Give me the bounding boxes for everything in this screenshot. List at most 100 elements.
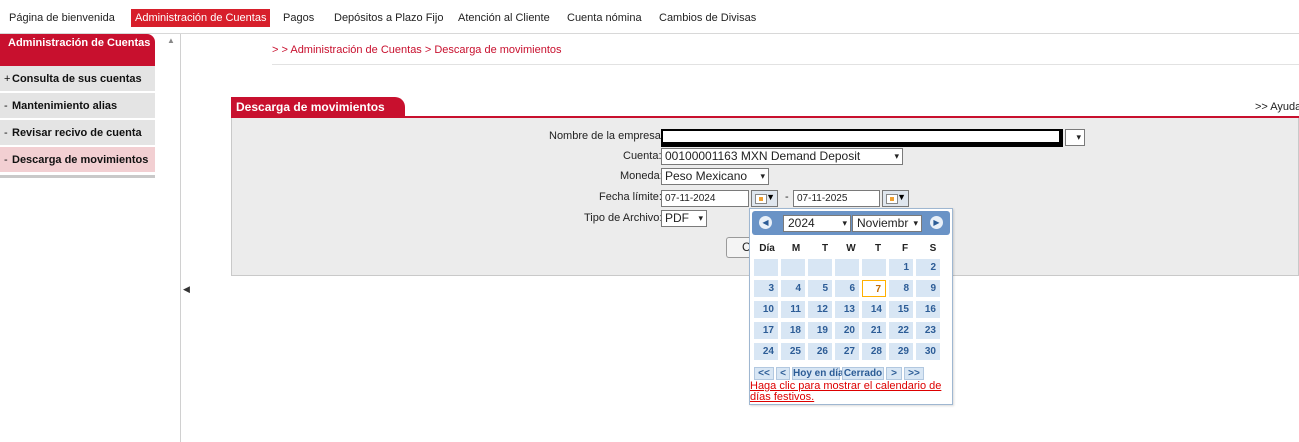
moneda-label: Moneda: [620,170,663,182]
dropdown-arrow-icon: ▼ [897,192,906,202]
top-navigation: Página de bienvenida Administración de C… [0,0,1299,34]
breadcrumb-divider [272,64,1299,65]
date-range-separator: - [785,191,789,203]
sidebar-item-revisar-recivo[interactable]: - Revisar recivo de cuenta [0,120,155,146]
calendar-day-cell[interactable]: 26 [808,343,832,360]
bullet-dash: - [4,154,8,166]
calendar-empty-cell [754,259,778,276]
chevron-down-icon: ▾ [1076,132,1081,142]
sidebar-item-label: Mantenimiento alias [12,100,118,112]
holiday-calendar-link[interactable]: Haga clic para mostrar el calendario de … [750,381,950,403]
prev-month-button[interactable]: < [776,367,790,380]
sidebar-item-descarga-movimientos[interactable]: - Descarga de movimientos [0,147,155,173]
fecha-hasta-calendar-button[interactable]: ▼ [882,190,909,207]
sidebar-header: Administración de Cuentas [0,34,155,66]
nav-administracion-cuentas[interactable]: Administración de Cuentas [131,9,271,27]
panel-title: Descarga de movimientos [231,97,405,117]
cuenta-select[interactable]: 00100001163 MXN Demand Deposit ▾ [661,148,903,165]
calendar-day-cell[interactable]: 25 [781,343,805,360]
sidebar-divider [0,175,155,178]
fecha-limite-label: Fecha límite: [599,191,662,203]
next-year-button[interactable]: >> [904,367,924,380]
calendar-day-cell[interactable]: 5 [808,280,832,297]
month-value: Noviembr [857,216,909,230]
calendar-day-cell[interactable]: 22 [889,322,913,339]
weekday-header: T [821,243,829,254]
expand-bullet: + [4,73,11,85]
scroll-up-arrow-icon[interactable]: ▲ [167,36,175,45]
fecha-hasta-input[interactable]: 07-11-2025 [793,190,880,207]
calendar-day-cell[interactable]: 16 [916,301,940,318]
chevron-down-icon: ▾ [842,218,847,228]
empresa-dropdown-button[interactable]: ▾ [1065,129,1085,146]
empresa-label: Nombre de la empresa: [549,130,664,142]
calendar-day-cell[interactable]: 3 [754,280,778,297]
calendar-day-cell[interactable]: 15 [889,301,913,318]
calendar-day-cell[interactable]: 23 [916,322,940,339]
sidebar-item-label: Consulta de sus cuentas [12,73,142,85]
nav-pagina-bienvenida[interactable]: Página de bienvenida [9,9,115,27]
calendar-day-cell[interactable]: 10 [754,301,778,318]
weekday-header: M [791,243,801,254]
calendar-day-cell[interactable]: 20 [835,322,859,339]
close-calendar-button[interactable]: Cerrado [842,367,884,380]
calendar-day-cell[interactable]: 14 [862,301,886,318]
calendar-header: ◀ 2024 ▾ Noviembr ▾ ▶ [752,211,950,235]
calendar-empty-cell [862,259,886,276]
next-month-button[interactable]: > [886,367,902,380]
weekday-header: S [929,243,937,254]
tipo-archivo-label: Tipo de Archivo: [584,212,663,224]
collapse-sidebar-arrow-icon[interactable]: ◀ [183,284,190,295]
nav-cambios-divisas[interactable]: Cambios de Divisas [659,9,756,27]
prev-month-icon[interactable]: ◀ [759,216,772,229]
year-value: 2024 [788,216,815,230]
calendar-day-cell[interactable]: 21 [862,322,886,339]
calendar-day-cell[interactable]: 19 [808,322,832,339]
empresa-select-redacted[interactable] [661,129,1063,147]
calendar-day-cell[interactable]: 2 [916,259,940,276]
calendar-day-cell[interactable]: 18 [781,322,805,339]
prev-year-button[interactable]: << [754,367,774,380]
moneda-value: Peso Mexicano [665,169,748,183]
calendar-day-cell[interactable]: 30 [916,343,940,360]
calendar-day-cell[interactable]: 28 [862,343,886,360]
sidebar-item-label: Revisar recivo de cuenta [12,127,142,139]
sidebar: Administración de Cuentas + Consulta de … [0,34,181,442]
calendar-year-select[interactable]: 2024 ▾ [783,215,851,232]
calendar-day-cell[interactable]: 17 [754,322,778,339]
sidebar-item-consulta-cuentas[interactable]: + Consulta de sus cuentas [0,66,155,92]
today-button[interactable]: Hoy en día [792,367,844,380]
calendar-day-cell[interactable]: 7 [862,280,886,297]
calendar-day-cell[interactable]: 11 [781,301,805,318]
fecha-desde-calendar-button[interactable]: ▼ [751,190,778,207]
calendar-day-cell[interactable]: 9 [916,280,940,297]
chevron-down-icon: ▾ [760,171,765,181]
breadcrumb: > > Administración de Cuentas > Descarga… [272,44,562,56]
calendar-day-cell[interactable]: 4 [781,280,805,297]
fecha-desde-input[interactable]: 07-11-2024 [661,190,749,207]
chevron-down-icon: ▾ [698,213,703,223]
sidebar-item-label: Descarga de movimientos [12,154,149,166]
calendar-day-cell[interactable]: 1 [889,259,913,276]
help-link[interactable]: >> Ayuda [1255,101,1299,113]
next-month-icon[interactable]: ▶ [930,216,943,229]
calendar-day-cell[interactable]: 8 [889,280,913,297]
nav-cuenta-nomina[interactable]: Cuenta nómina [567,9,642,27]
calendar-day-cell[interactable]: 12 [808,301,832,318]
cuenta-label: Cuenta: [623,150,662,162]
tipo-archivo-select[interactable]: PDF ▾ [661,210,707,227]
nav-atencion-cliente[interactable]: Atención al Cliente [458,9,550,27]
bullet-dash: - [4,127,8,139]
bullet-dash: - [4,100,8,112]
sidebar-item-mantenimiento-alias[interactable]: - Mantenimiento alias [0,93,155,119]
calendar-month-select[interactable]: Noviembr ▾ [852,215,922,232]
nav-depositos-plazo-fijo[interactable]: Depósitos a Plazo Fijo [334,9,443,27]
calendar-day-cell[interactable]: 27 [835,343,859,360]
nav-pagos[interactable]: Pagos [283,9,314,27]
calendar-day-cell[interactable]: 13 [835,301,859,318]
calendar-day-cell[interactable]: 6 [835,280,859,297]
calendar-day-cell[interactable]: 29 [889,343,913,360]
moneda-select[interactable]: Peso Mexicano ▾ [661,168,769,185]
weekday-header: W [846,243,856,254]
calendar-day-cell[interactable]: 24 [754,343,778,360]
